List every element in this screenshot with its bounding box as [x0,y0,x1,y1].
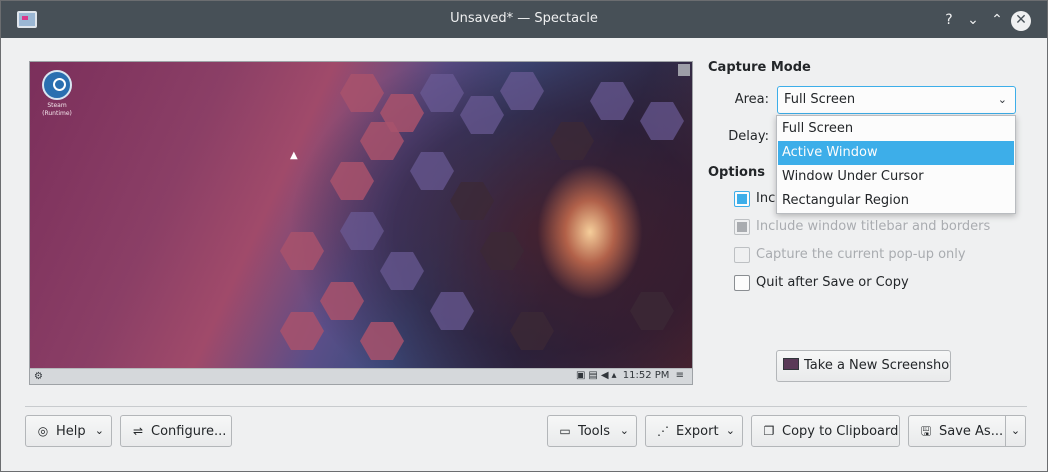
minimize-icon[interactable]: ⌄ [963,10,983,30]
desktop-icon-label: Steam (Runtime) [42,102,72,117]
include-pointer-label[interactable]: Inc [756,191,775,206]
copy-to-clipboard-label: Copy to Clipboard [782,424,899,439]
launcher-icon: ⚙ [34,371,43,382]
export-button[interactable]: ⋰ Export ⌄ [645,415,743,447]
help-lifebuoy-icon: ◎ [37,424,49,438]
panel-settings-icon: ≡ [675,370,684,381]
area-label: Area: [734,92,769,107]
clock: 11:52 PM [622,370,670,381]
divider [25,406,1027,407]
area-option-full-screen[interactable]: Full Screen [778,117,1014,141]
screenshot-preview[interactable]: Steam (Runtime) ▲ ⚙ ▣ ▤ ◀ ▴ 11:52 PM ≡ [29,61,693,385]
save-as-label: Save As... [939,424,1004,439]
configure-icon: ⇌ [132,424,144,438]
mouse-cursor-icon: ▲ [290,150,298,161]
clipboard-icon: ▣ [575,370,586,381]
save-as-menu-button[interactable]: ⌄ [1006,415,1026,447]
take-new-screenshot-button[interactable]: Take a New Screenshot [776,350,951,382]
area-option-active-window[interactable]: Active Window [778,141,1014,165]
network-icon: ▤ [588,370,598,381]
chevron-down-icon: ⌄ [725,424,735,437]
area-combobox[interactable]: Full Screen ⌄ [777,86,1016,114]
take-new-screenshot-label: Take a New Screenshot [804,358,951,373]
quit-after-save-checkbox[interactable] [734,275,750,291]
delay-label: Delay: [728,129,769,144]
configure-button[interactable]: ⇌ Configure... [120,415,232,447]
close-icon[interactable]: ✕ [1011,11,1031,31]
tools-button[interactable]: ▭ Tools ⌄ [547,415,637,447]
save-as-button[interactable]: 🖫 Save As... [908,415,1006,447]
maximize-icon[interactable]: ⌃ [987,10,1007,30]
area-dropdown-list[interactable]: Full Screen Active Window Window Under C… [776,115,1016,214]
screenshot-icon [783,358,799,370]
include-titlebar-label[interactable]: Include window titlebar and borders [756,219,990,234]
help-button-label: Help [56,424,86,439]
desktop-panel: ⚙ ▣ ▤ ◀ ▴ 11:52 PM ≡ [30,368,692,384]
tools-icon: ▭ [559,424,571,438]
include-titlebar-checkbox[interactable] [734,219,750,235]
steam-icon [42,70,72,100]
save-icon: 🖫 [920,424,932,438]
capture-popup-label[interactable]: Capture the current pop-up only [756,247,966,262]
configure-button-label: Configure... [151,424,227,439]
area-combobox-value: Full Screen [784,92,856,107]
capture-popup-checkbox[interactable] [734,247,750,263]
tools-button-label: Tools [578,424,611,439]
copy-to-clipboard-button[interactable]: ❐ Copy to Clipboard [751,415,900,447]
help-button[interactable]: ◎ Help ⌄ [25,415,112,447]
volume-icon: ◀ [600,370,609,381]
desktop-wallpaper: Steam (Runtime) ▲ [30,62,692,368]
capture-mode-heading: Capture Mode [708,60,811,75]
chevron-down-icon: ⌄ [94,424,104,437]
share-icon: ⋰ [657,424,669,438]
include-pointer-checkbox[interactable] [734,191,750,207]
area-option-rectangular-region[interactable]: Rectangular Region [778,189,1014,213]
desktop-toolbox-icon [678,64,690,76]
system-tray: ▣ ▤ ◀ ▴ 11:52 PM ≡ [573,370,684,381]
options-heading: Options [708,165,765,180]
help-icon[interactable]: ? [939,10,959,30]
quit-after-save-label[interactable]: Quit after Save or Copy [756,275,909,290]
chevron-down-icon[interactable]: ⌄ [998,87,1007,113]
chevron-down-icon: ⌄ [619,424,629,437]
area-option-window-under-cursor[interactable]: Window Under Cursor [778,165,1014,189]
spectacle-window: Unsaved* — Spectacle ? ⌄ ⌃ ✕ Steam (Runt… [0,0,1048,472]
title-bar[interactable]: Unsaved* — Spectacle ? ⌄ ⌃ ✕ [1,1,1047,38]
chevron-down-icon: ⌄ [1010,424,1021,437]
export-button-label: Export [676,424,719,439]
copy-icon: ❐ [763,424,775,438]
window-title: Unsaved* — Spectacle [450,11,598,26]
expand-tray-icon: ▴ [611,370,617,381]
